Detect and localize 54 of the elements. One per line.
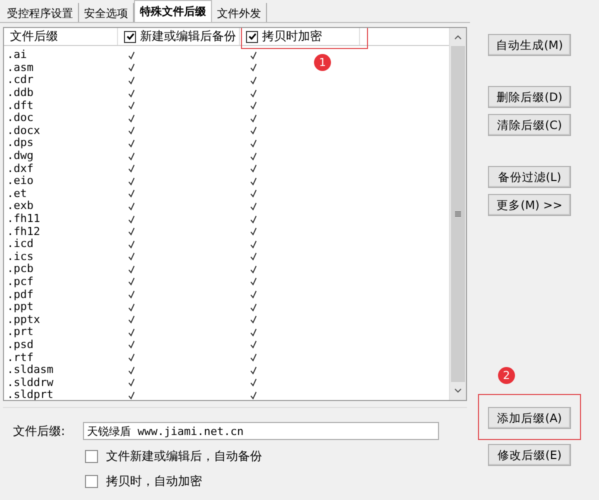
column-label: 文件后缀 — [10, 28, 58, 45]
table-cell-text: .exb — [6, 200, 34, 212]
table-cell-text: .dxf — [6, 162, 34, 175]
checkbox-label: 拷贝时，自动加密 — [106, 473, 202, 490]
header-checkbox[interactable] — [124, 30, 136, 42]
column-label: 拷贝时加密 — [262, 28, 322, 45]
table-cell-text: .pcf — [6, 276, 34, 288]
scrollbar[interactable] — [449, 28, 466, 400]
action-button[interactable]: 修改后缀(E) — [488, 444, 571, 466]
table-cell-text: .ppt — [6, 301, 34, 314]
header-checkbox[interactable] — [246, 30, 258, 42]
table-cell-text: .et — [6, 188, 28, 200]
action-button[interactable]: 更多(M) >> — [488, 194, 571, 216]
suffix-label: 文件后缀: — [13, 422, 66, 440]
table-cell-text: .ddb — [6, 87, 34, 100]
table-cell-text: .eio — [6, 175, 34, 188]
checkbox-label: 文件新建或编辑后，自动备份 — [106, 448, 262, 465]
action-button[interactable]: 清除后缀(C) — [488, 114, 571, 136]
table-cell-text: .psd — [6, 338, 34, 351]
tab[interactable]: 特殊文件后缀 — [134, 0, 212, 22]
table-cell-text: .icd — [6, 238, 34, 250]
suffix-input[interactable]: 天锐绿盾 www.jiami.net.cn — [83, 422, 440, 440]
tab[interactable]: 文件外发 — [212, 3, 267, 22]
table-cell-text: .doc — [6, 112, 34, 124]
table-cell-text: .rtf — [6, 352, 34, 364]
step-badge: 2 — [498, 367, 515, 384]
checkbox[interactable] — [85, 475, 98, 488]
table-cell-text: .sldasm — [6, 364, 54, 376]
table-cell-text: .dwg — [6, 150, 34, 162]
action-button[interactable]: 备份过滤(L) — [488, 166, 571, 188]
table-cell-text: .pcb — [6, 263, 34, 276]
action-button[interactable]: 添加后缀(A) — [488, 407, 571, 429]
step-badge: 1 — [314, 54, 331, 71]
action-button[interactable]: 自动生成(M) — [488, 34, 571, 56]
grip-icon — [454, 210, 462, 218]
table-cell-text: .dps — [6, 137, 34, 150]
table-cell-text: .docx — [6, 124, 42, 137]
table-cell-text: .ai — [6, 49, 28, 62]
action-button[interactable]: 删除后缀(D) — [488, 86, 571, 108]
table-cell-text: .cdr — [6, 74, 34, 86]
scroll-down-icon[interactable] — [453, 387, 463, 395]
table-cell-text: .asm — [6, 62, 34, 74]
table-cell-text: .prt — [6, 326, 34, 338]
tab[interactable]: 受控程序设置 — [2, 3, 79, 22]
table-cell-text: .fh11 — [6, 213, 42, 226]
table-cell-text: .pptx — [6, 314, 42, 326]
column-label: 新建或编辑后备份 — [140, 28, 236, 45]
table-cell-text: .pdf — [6, 288, 34, 301]
scroll-up-icon[interactable] — [453, 33, 463, 41]
table-cell-text: .slddrw — [6, 376, 54, 389]
table-cell-text: .ics — [6, 250, 34, 263]
table-cell-text: .fh12 — [6, 226, 42, 238]
table-cell-text: .dft — [6, 100, 34, 112]
checkbox[interactable] — [85, 450, 98, 463]
